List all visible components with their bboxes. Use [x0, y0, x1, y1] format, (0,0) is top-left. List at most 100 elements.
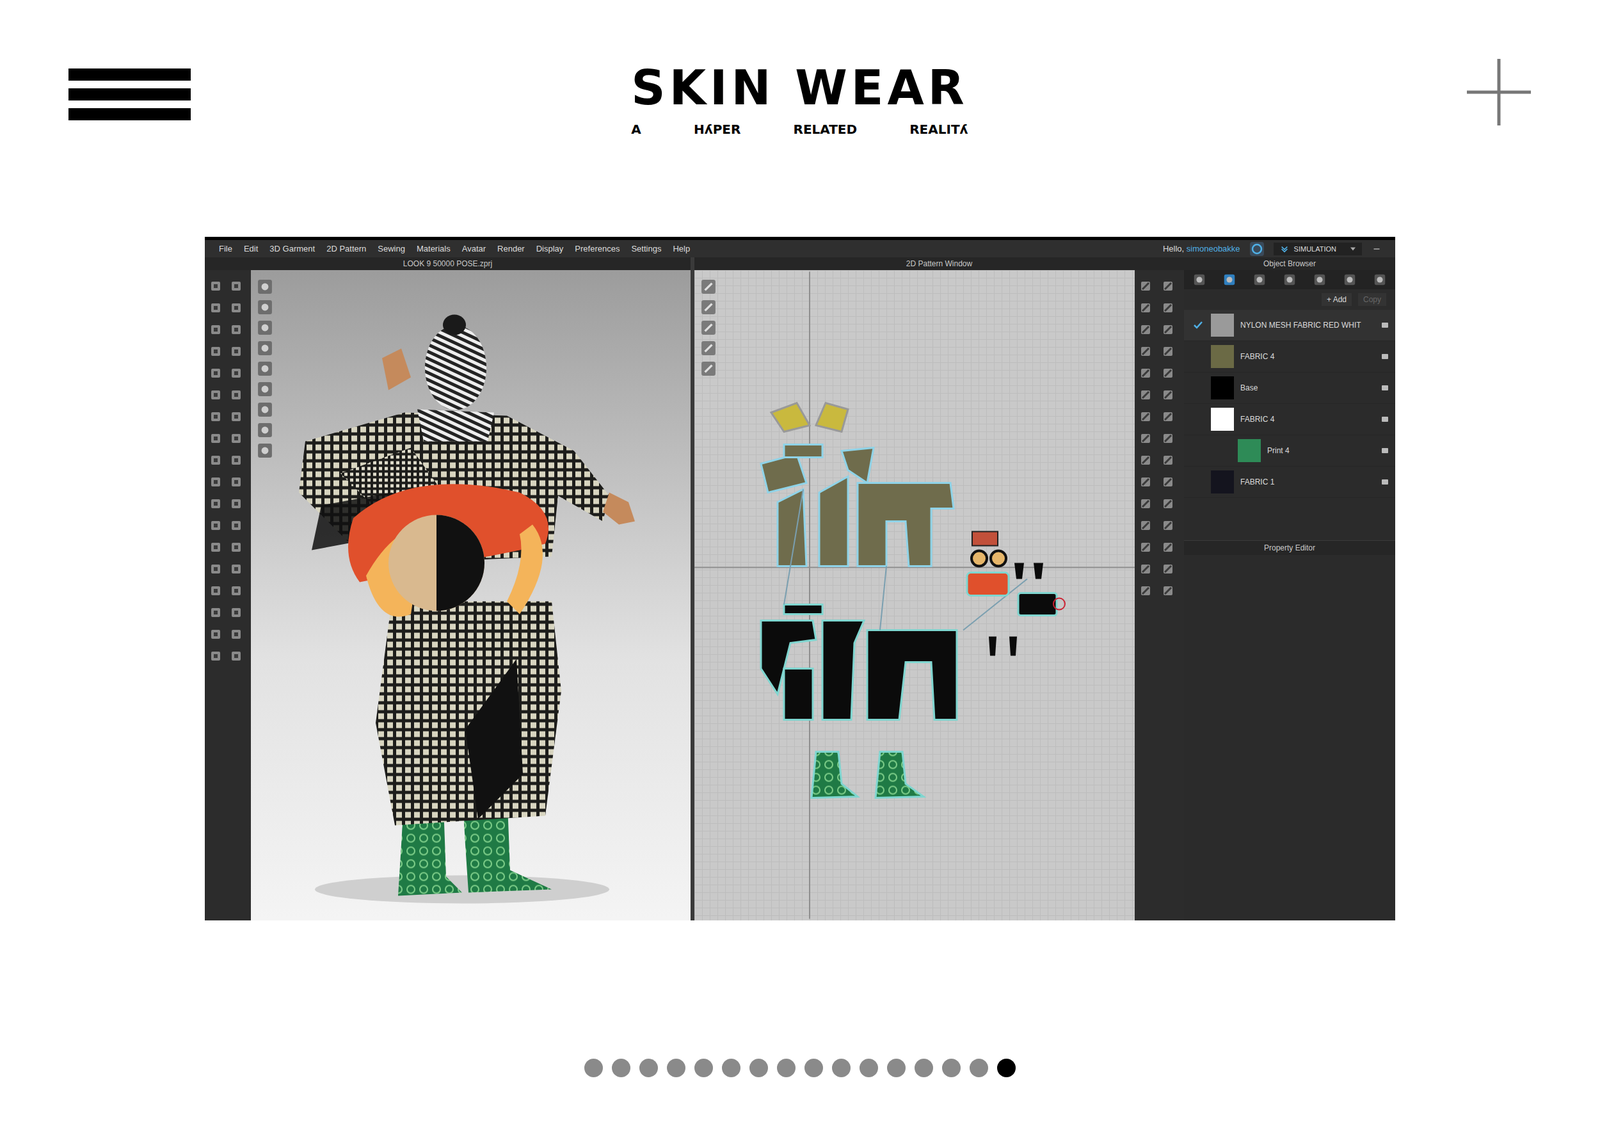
minimize-icon[interactable] [1370, 243, 1383, 255]
tool-icon[interactable] [1138, 431, 1153, 446]
tool-icon[interactable] [208, 366, 223, 381]
carousel-dot[interactable] [969, 1058, 989, 1078]
material-row[interactable]: FABRIC 4 [1184, 341, 1396, 373]
material-option-icon[interactable] [1381, 352, 1389, 361]
material-row[interactable]: Base [1184, 372, 1396, 404]
view-tool-icon[interactable] [257, 442, 273, 459]
material-option-icon[interactable] [1381, 321, 1389, 329]
view-tool-icon[interactable] [257, 401, 273, 418]
tool-icon[interactable] [1160, 366, 1176, 381]
tool-icon[interactable] [229, 344, 244, 359]
tool-icon[interactable] [1160, 431, 1176, 446]
tool-icon[interactable] [208, 518, 223, 533]
browser-tab-icon[interactable] [1222, 272, 1237, 287]
carousel-dot[interactable] [639, 1058, 658, 1078]
tool-icon[interactable] [1138, 540, 1153, 555]
view-tool-icon[interactable] [257, 299, 273, 315]
carousel-dot[interactable] [997, 1058, 1016, 1078]
material-option-icon[interactable] [1381, 415, 1389, 424]
tool-icon[interactable] [1138, 583, 1153, 598]
tool-icon[interactable] [208, 496, 223, 511]
tool-icon[interactable] [208, 431, 223, 446]
browser-tab-icon[interactable] [1252, 272, 1267, 287]
tool-icon[interactable] [1160, 561, 1176, 576]
tool-icon[interactable] [229, 648, 244, 664]
tool-icon[interactable] [229, 387, 244, 402]
tool-icon[interactable] [229, 300, 244, 315]
tool-icon[interactable] [1160, 279, 1176, 294]
tool-icon[interactable] [1138, 387, 1153, 402]
tool-icon[interactable] [229, 605, 244, 620]
tool-icon[interactable] [1160, 474, 1176, 489]
menu-item[interactable]: Help [672, 243, 690, 254]
menu-item[interactable]: Materials [416, 243, 451, 254]
browser-tab-icon[interactable] [1342, 272, 1357, 287]
menu-item[interactable]: Sewing [377, 243, 406, 254]
tool-icon[interactable] [1138, 279, 1153, 294]
view-tool-icon[interactable] [257, 422, 273, 438]
view-tool-icon[interactable] [257, 381, 273, 397]
view-tool-icon[interactable] [257, 320, 273, 336]
view-tool-icon[interactable] [257, 360, 273, 377]
tool-icon[interactable] [1160, 583, 1176, 598]
tool-icon[interactable] [1160, 496, 1176, 511]
pattern-tool-icon[interactable] [700, 320, 717, 336]
carousel-dot[interactable] [694, 1058, 713, 1078]
material-row[interactable]: NYLON MESH FABRIC RED WHIT [1184, 309, 1396, 342]
view-tool-icon[interactable] [257, 340, 273, 356]
tool-icon[interactable] [1160, 453, 1176, 468]
pattern-tool-icon[interactable] [700, 279, 717, 295]
carousel-dot[interactable] [776, 1058, 796, 1078]
tool-icon[interactable] [229, 322, 244, 337]
tool-icon[interactable] [208, 453, 223, 468]
menu-item[interactable]: Edit [243, 243, 258, 254]
menu-item[interactable]: Settings [631, 243, 662, 254]
tool-icon[interactable] [208, 387, 223, 402]
menu-item[interactable]: Render [497, 243, 525, 254]
tool-icon[interactable] [229, 496, 244, 511]
tool-icon[interactable] [229, 540, 244, 555]
cloud-icon[interactable] [1249, 241, 1265, 257]
tool-icon[interactable] [208, 605, 223, 620]
material-row[interactable]: Print 4 [1184, 435, 1396, 467]
tool-icon[interactable] [229, 366, 244, 381]
tool-icon[interactable] [1138, 474, 1153, 489]
carousel-dot[interactable] [804, 1058, 824, 1078]
tool-icon[interactable] [1160, 518, 1176, 533]
logo[interactable]: SKIN WEARAHʎPERRELATEDREALITʎ [631, 64, 968, 137]
menu-item[interactable]: Preferences [574, 243, 620, 254]
menu-icon[interactable] [68, 68, 191, 121]
carousel-dot[interactable] [721, 1058, 741, 1078]
tool-icon[interactable] [208, 540, 223, 555]
tool-icon[interactable] [1138, 366, 1153, 381]
carousel-dot[interactable] [914, 1058, 934, 1078]
carousel-dot[interactable] [749, 1058, 768, 1078]
material-option-icon[interactable] [1381, 446, 1389, 455]
tool-icon[interactable] [1160, 322, 1176, 337]
menu-item[interactable]: 2D Pattern [326, 243, 367, 254]
tool-icon[interactable] [229, 279, 244, 294]
menu-item[interactable]: Avatar [462, 243, 486, 254]
tool-icon[interactable] [229, 474, 244, 489]
browser-tab-icon[interactable] [1192, 272, 1207, 287]
tool-icon[interactable] [229, 431, 244, 446]
tool-icon[interactable] [1138, 518, 1153, 533]
tool-icon[interactable] [229, 561, 244, 576]
2d-pattern-window[interactable] [694, 270, 1135, 921]
browser-tab-icon[interactable] [1372, 272, 1387, 287]
tool-icon[interactable] [229, 627, 244, 642]
tool-icon[interactable] [1160, 344, 1176, 359]
tool-icon[interactable] [208, 409, 223, 424]
tool-icon[interactable] [1160, 409, 1176, 424]
tool-icon[interactable] [1160, 300, 1176, 315]
tool-icon[interactable] [1160, 387, 1176, 402]
material-row[interactable]: FABRIC 1 [1184, 466, 1396, 498]
carousel-dot[interactable] [584, 1058, 603, 1078]
tool-icon[interactable] [208, 561, 223, 576]
mode-dropdown[interactable]: SIMULATION [1273, 242, 1362, 256]
carousel-dot[interactable] [859, 1058, 879, 1078]
tool-icon[interactable] [208, 300, 223, 315]
tool-icon[interactable] [208, 648, 223, 664]
user-name[interactable]: simoneobakke [1186, 243, 1241, 254]
tool-icon[interactable] [229, 409, 244, 424]
